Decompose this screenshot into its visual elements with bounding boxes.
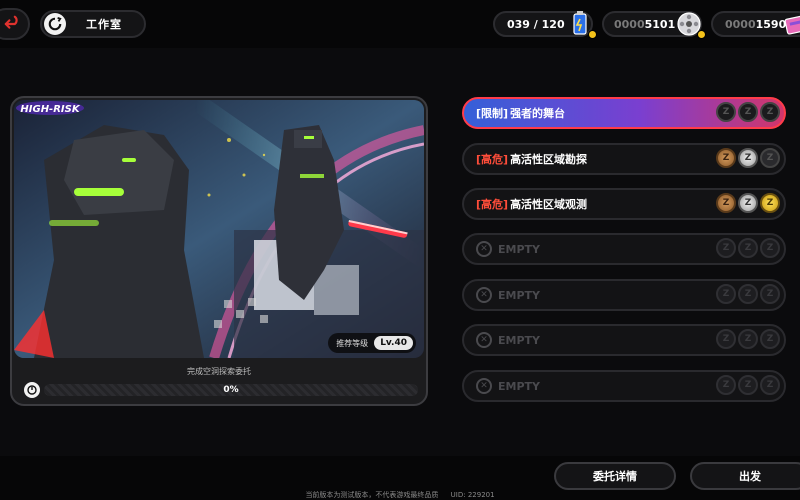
commission-slot[interactable]: [高危] 高活性区域观测 Z Z Z [462, 188, 786, 220]
rating-medal-icon: Z [760, 375, 780, 395]
rating-medal-icon: Z [716, 284, 736, 304]
commission-name: 强者的舞台 [510, 107, 566, 120]
mecha-scene-illustration [14, 100, 424, 358]
rating-medal-icon: Z [716, 375, 736, 395]
footer-uid: UID: 229201 [450, 491, 495, 499]
back-arrow-icon [4, 15, 18, 29]
rating-medals: ZZZ [716, 329, 780, 349]
progress-bar: 0% [44, 384, 418, 396]
commission-detail-button[interactable]: 委托详情 [554, 462, 676, 490]
empty-slot-x-icon: ✕ [476, 241, 492, 257]
rating-medal-icon: Z [738, 148, 758, 168]
commission-name: 高活性区域观测 [510, 198, 588, 211]
film-resource[interactable]: 0000 5101 [602, 11, 706, 39]
rating-medal-icon: Z [738, 329, 758, 349]
mission-preview-card: HIGH-RISK 推荐等级 Lv.40 完成空洞探索委托 0% [10, 96, 428, 406]
rating-medals: ZZZ [716, 375, 780, 395]
recommended-level-label: 推荐等级 [336, 338, 369, 348]
commission-name: EMPTY [498, 242, 540, 256]
commission-slot-empty[interactable]: ✕ EMPTY Z Z Z [462, 279, 786, 311]
recommended-level-value: Lv.40 [374, 336, 413, 350]
commission-name: 高活性区域勘探 [510, 153, 588, 166]
rating-medal-icon: Z [738, 284, 758, 304]
battery-resource[interactable]: 039 / 120 [493, 11, 597, 39]
ticket-count: 1590 [755, 17, 787, 31]
rating-medals: ZZZ [716, 238, 780, 258]
high-risk-logo: HIGH-RISK [16, 101, 84, 115]
commission-name: EMPTY [498, 379, 540, 393]
rating-medal-icon: Z [716, 238, 736, 258]
rating-medal-icon: Z [716, 148, 736, 168]
commission-name: EMPTY [498, 288, 540, 302]
ticket-resource[interactable]: 0000 1590 [711, 11, 800, 37]
film-count-prefix: 0000 [614, 17, 645, 31]
commission-slot[interactable]: [高危] 高活性区域勘探 Z Z Z [462, 143, 786, 175]
recommended-level-badge: 推荐等级 Lv.40 [328, 333, 416, 353]
depart-button[interactable]: 出发 [690, 462, 800, 490]
timer-icon [24, 382, 40, 398]
commission-tag: [高危] [476, 153, 509, 166]
empty-slot-x-icon: ✕ [476, 378, 492, 394]
page-title: 工作室 [86, 18, 122, 31]
empty-slot-x-icon: ✕ [476, 287, 492, 303]
footer-note: 当前版本为测试版本，不代表游戏最终品质 UID: 229201 [0, 490, 800, 500]
rating-medal-icon: Z [760, 238, 780, 258]
ticket-count-prefix: 0000 [725, 17, 756, 31]
rating-medal-icon: Z [760, 102, 780, 122]
rating-medal-icon: Z [760, 329, 780, 349]
rating-medal-icon: Z [738, 193, 758, 213]
rating-medal-icon: Z [738, 102, 758, 122]
mission-artwork: HIGH-RISK 推荐等级 Lv.40 [14, 100, 424, 358]
commission-name: EMPTY [498, 333, 540, 347]
commission-slot[interactable]: [限制] 强者的舞台 Z Z Z [462, 97, 786, 129]
add-battery-icon[interactable] [588, 30, 597, 39]
film-count: 5101 [644, 17, 676, 31]
ticket-icon [784, 14, 800, 35]
footer-version-note: 当前版本为测试版本，不代表游戏最终品质 [305, 491, 439, 499]
commission-tag: [高危] [476, 198, 509, 211]
rating-medals: ZZZ [716, 193, 780, 213]
refresh-cycle-icon [44, 13, 66, 35]
rating-medal-icon: Z [716, 193, 736, 213]
studio-title-pill: 工作室 [40, 10, 146, 38]
rating-medal-icon: Z [760, 284, 780, 304]
battery-count: 039 / 120 [507, 17, 565, 31]
rating-medal-icon: Z [716, 329, 736, 349]
rating-medal-icon: Z [760, 193, 780, 213]
rating-medal-icon: Z [738, 238, 758, 258]
rating-medals: ZZZ [716, 148, 780, 168]
add-film-icon[interactable] [697, 30, 706, 39]
commission-slot-empty[interactable]: ✕ EMPTY Z Z Z [462, 370, 786, 402]
rating-medal-icon: Z [716, 102, 736, 122]
commission-slot-empty[interactable]: ✕ EMPTY Z Z Z [462, 324, 786, 356]
rating-medal-icon: Z [760, 148, 780, 168]
empty-slot-x-icon: ✕ [476, 332, 492, 348]
progress-row: 0% [24, 382, 418, 398]
commission-tag: [限制] [476, 107, 509, 120]
progress-title: 完成空洞探索委托 [187, 367, 251, 376]
rating-medal-icon: Z [738, 375, 758, 395]
rating-medals: ZZZ [716, 284, 780, 304]
commission-slot-empty[interactable]: ✕ EMPTY Z Z Z [462, 233, 786, 265]
progress-value: 0% [223, 385, 239, 395]
rating-medals: ZZZ [716, 102, 780, 122]
high-risk-logo-text: HIGH-RISK [20, 104, 80, 115]
